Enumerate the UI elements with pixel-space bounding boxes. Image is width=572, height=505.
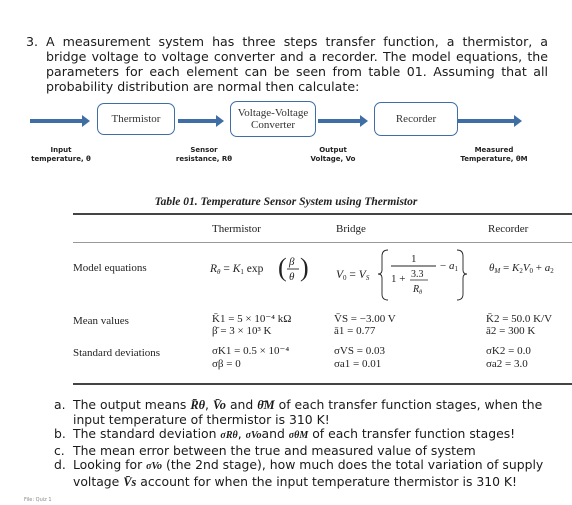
svg-text:V0 = VS: V0 = VS [336, 269, 370, 282]
task-text: The output means [73, 397, 191, 412]
task-label: c. [54, 442, 65, 458]
header-bridge: Bridge [336, 223, 366, 235]
sd-recorder-a2: σa2 = 3.0 [486, 358, 528, 370]
task-text: account for when the input temperature t… [136, 473, 518, 489]
symbol-vs-mean: V̄s [123, 474, 137, 489]
signal-line1: Input [50, 146, 72, 154]
task-text: and [226, 397, 258, 412]
header-recorder: Recorder [488, 223, 529, 235]
task-d: d. Looking for σVo (the 2nd stage), how … [54, 458, 548, 489]
block-voltage-converter: Voltage-Voltage Converter [230, 101, 316, 137]
symbol-sigma-vo: σVo [245, 430, 262, 442]
block-converter-label-1: Voltage-Voltage [237, 107, 309, 119]
symbol-vo-mean: V̄o [212, 398, 227, 412]
svg-text:): ) [300, 253, 309, 282]
svg-text:Rθ: Rθ [412, 284, 422, 296]
eq-thermistor: Rθ = K1 exp ( β θ ) [209, 250, 320, 286]
block-recorder-label: Recorder [395, 113, 437, 125]
task-c: c. The mean error between the true and m… [54, 442, 548, 459]
table-header-rule [73, 242, 572, 243]
eq-bridge: V0 = VS 1 1 + 3.3 Rθ − a1 [336, 244, 468, 304]
block-diagram: Thermistor Voltage-Voltage Converter Rec… [0, 95, 572, 175]
task-text: The mean error between the true and meas… [73, 442, 476, 458]
mean-recorder-a2: ā2 = 300 K [486, 325, 536, 337]
signal-line2: Voltage, Vo [310, 155, 356, 163]
signal-sensor-resistance: Sensor resistance, Rθ [168, 146, 240, 164]
symbol-sigma-theta-m: σθM [288, 430, 309, 442]
task-label: b. [54, 426, 66, 442]
task-text: Looking for [73, 457, 147, 473]
arrow-input [30, 115, 90, 127]
mean-bridge-a1: ā1 = 0.77 [334, 325, 376, 337]
task-text: The standard deviation [73, 426, 221, 442]
question-3: 3. A measurement system has three steps … [26, 34, 548, 94]
sd-bridge-vs: σVS = 0.03 [334, 345, 385, 357]
task-b: b. The standard deviation σRθ, σVoand σθ… [54, 426, 548, 444]
arrow-output-voltage [318, 115, 368, 127]
task-label: a. [54, 397, 66, 412]
arrow-sensor-resistance [178, 115, 224, 127]
sd-thermistor-k1: σK1 = 0.5 × 10⁻⁴ [212, 345, 290, 357]
symbol-theta-m-mean: θ̄M [257, 398, 275, 412]
signal-line1: Sensor [190, 146, 218, 154]
signal-line2: Temperature, θM [460, 155, 528, 163]
symbol-sigma-r-theta: σRθ [220, 430, 238, 442]
svg-text:3.3: 3.3 [411, 269, 424, 280]
task-text: , [205, 397, 213, 412]
mean-thermistor-beta: β̄ = 3 × 10³ K [212, 325, 272, 337]
table-bottom-rule [73, 383, 572, 385]
task-label: d. [54, 457, 66, 473]
block-thermistor: Thermistor [97, 103, 175, 135]
eq-thermistor-formula: Rθ = K1 exp ( β θ ) [209, 253, 309, 283]
task-text: and [261, 426, 289, 442]
row-label-standard-deviations: Standard deviations [73, 347, 161, 359]
signal-line2: temperature, θ [31, 155, 91, 163]
eq-bridge-formula: V0 = VS 1 1 + 3.3 Rθ − a1 [336, 249, 468, 301]
task-list: a. The output means R̄θ, V̄o and θ̄M of … [54, 397, 548, 490]
svg-text:Rθ = K1 exp: Rθ = K1 exp [209, 263, 264, 276]
task-text: , [237, 426, 246, 442]
sd-bridge-a1: σa1 = 0.01 [334, 358, 382, 370]
svg-text:− a1: − a1 [440, 260, 458, 273]
signal-input-temperature: Input temperature, θ [28, 146, 94, 164]
symbol-r-theta-mean: R̄θ [190, 398, 206, 412]
task-a: a. The output means R̄θ, V̄o and θ̄M of … [54, 397, 548, 427]
header-thermistor: Thermistor [212, 223, 261, 235]
sd-recorder-k2: σK2 = 0.0 [486, 345, 531, 357]
svg-text:1 +: 1 + [391, 273, 405, 285]
eq-recorder: θM = K2V0 + a2 [489, 262, 554, 275]
table-top-rule [73, 213, 572, 215]
block-converter-label-2: Converter [251, 119, 295, 131]
question-text: A measurement system has three steps tra… [46, 34, 548, 94]
sd-thermistor-beta: σβ = 0 [212, 358, 241, 370]
svg-text:(: ( [278, 253, 287, 282]
row-label-mean-values: Mean values [73, 315, 129, 327]
signal-line1: Measured [474, 146, 514, 154]
svg-text:1: 1 [411, 253, 417, 265]
svg-text:θ: θ [289, 271, 295, 283]
footer-label: File: Quiz 1 [24, 497, 52, 503]
block-recorder: Recorder [374, 102, 458, 136]
svg-text:β: β [288, 256, 295, 268]
question-number: 3. [26, 34, 39, 49]
signal-measured-temperature: Measured Temperature, θM [454, 146, 534, 164]
task-text: of each transfer function stages! [308, 426, 516, 442]
table-caption: Table 01. Temperature Sensor System usin… [154, 196, 418, 208]
signal-line1: Output [319, 146, 347, 154]
signal-line2: resistance, Rθ [175, 155, 233, 163]
arrow-measured [458, 115, 522, 127]
row-label-model-equations: Model equations [73, 262, 147, 274]
symbol-sigma-vo: σVo [146, 461, 163, 473]
signal-output-voltage: Output Voltage, Vo [300, 146, 366, 164]
block-thermistor-label: Thermistor [111, 113, 161, 125]
